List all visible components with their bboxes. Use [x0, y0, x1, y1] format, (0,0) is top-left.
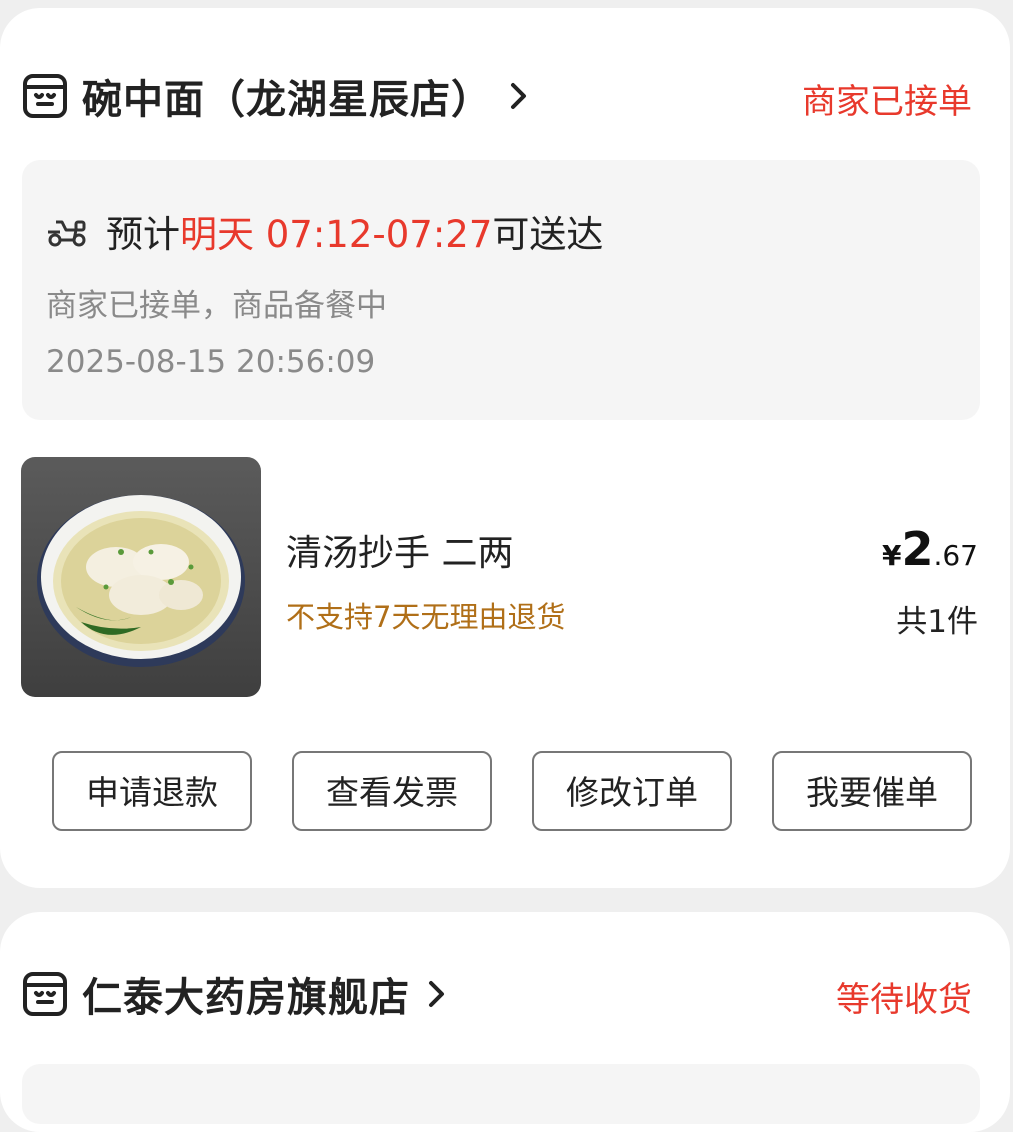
return-policy-note: 不支持7天无理由退货 [286, 600, 566, 634]
product-price: ¥2.67 [882, 522, 978, 576]
product-quantity: 共1件 [896, 604, 978, 640]
store-icon [23, 972, 67, 1016]
store-name[interactable]: 仁泰大药房旗舰店 [82, 965, 410, 1023]
eta-time: 明天 07:12-07:27 [180, 213, 493, 256]
wonton-soup-image [21, 457, 261, 697]
chevron-right-icon[interactable] [508, 81, 530, 111]
urge-order-button[interactable]: 我要催单 [772, 751, 972, 831]
eta-suffix: 可送达 [492, 213, 604, 256]
product-name[interactable]: 清汤抄手 二两 [286, 524, 513, 576]
store-icon [23, 74, 67, 118]
store-header[interactable]: 仁泰大药房旗舰店 等待收货 [22, 964, 972, 1024]
sub-status-text: 商家已接单，商品备餐中 [46, 288, 387, 324]
eta-row: 预计 明天 07:12-07:27 可送达 [46, 204, 603, 258]
order-status: 商家已接单 [802, 82, 972, 122]
store-name[interactable]: 碗中面（龙湖星辰店） [82, 67, 492, 125]
refund-button[interactable]: 申请退款 [52, 751, 252, 831]
chevron-right-icon[interactable] [426, 979, 448, 1009]
scooter-icon [48, 220, 86, 247]
store-header[interactable]: 碗中面（龙湖星辰店） 商家已接单 [22, 66, 972, 126]
order-status: 等待收货 [836, 980, 972, 1020]
price-currency: ¥ [881, 539, 902, 572]
product-image[interactable] [21, 457, 261, 697]
delivery-info-box: 预计 明天 07:12-07:27 可送达 商家已接单，商品备餐中 2025-08-… [22, 160, 980, 420]
delivery-info-box [22, 1064, 980, 1124]
price-integer: 2 [901, 522, 934, 576]
order-timestamp: 2025-08-15 20:56:09 [46, 344, 376, 380]
order-card-2: 仁泰大药房旗舰店 等待收货 [0, 912, 1010, 1132]
eta-prefix: 预计 [106, 213, 180, 256]
order-card-1: 碗中面（龙湖星辰店） 商家已接单 预计 明天 07:12-07:27 可送达 商家已… [0, 8, 1010, 888]
view-invoice-button[interactable]: 查看发票 [292, 751, 492, 831]
price-decimal: .67 [933, 539, 978, 572]
modify-order-button[interactable]: 修改订单 [532, 751, 732, 831]
